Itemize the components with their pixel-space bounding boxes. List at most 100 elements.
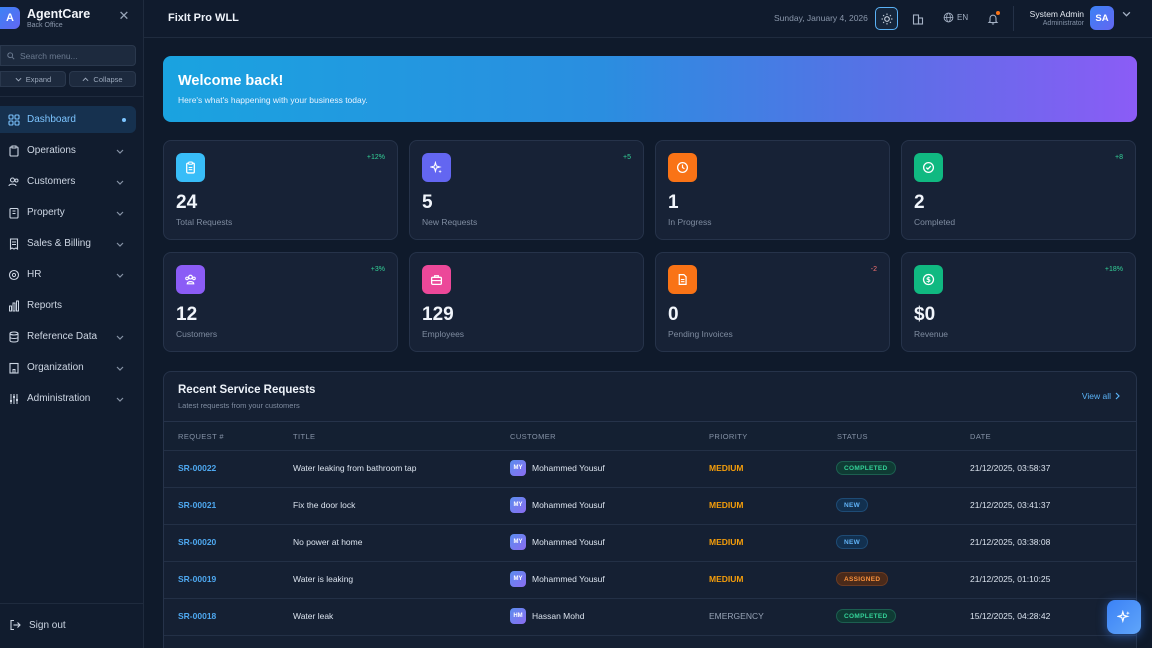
- search-input[interactable]: [20, 50, 130, 61]
- avatar[interactable]: SA: [1090, 6, 1114, 30]
- check-circle-icon: [914, 153, 943, 182]
- notifications-button[interactable]: [981, 7, 1004, 30]
- view-all-link[interactable]: View all: [1082, 391, 1120, 401]
- request-id-link[interactable]: SR-00018: [178, 611, 216, 621]
- request-title: Water is leaking: [293, 574, 354, 584]
- sidebar-item-reports[interactable]: Reports: [0, 292, 136, 319]
- request-id-link[interactable]: SR-00021: [178, 500, 216, 510]
- close-icon[interactable]: ✕: [118, 9, 130, 22]
- view-all-label: View all: [1081, 391, 1111, 401]
- layout-button[interactable]: [906, 7, 929, 30]
- stat-label: Pending Invoices: [668, 329, 733, 339]
- menu-search[interactable]: [0, 45, 136, 66]
- stat-card-pending-invoices[interactable]: -2 0 Pending Invoices: [655, 252, 890, 352]
- status-badge: ASSIGNED: [836, 572, 889, 586]
- request-id-link[interactable]: SR-00019: [178, 574, 216, 584]
- sidebar-item-label: Administration: [27, 393, 91, 404]
- recent-requests-panel: Recent Service Requests Latest requests …: [163, 371, 1137, 648]
- table-header: REQUEST # TITLE CUSTOMER PRIORITY STATUS…: [164, 422, 1136, 450]
- theme-toggle-button[interactable]: [875, 7, 898, 30]
- column-header[interactable]: STATUS: [837, 432, 868, 441]
- document-icon: [668, 265, 697, 294]
- sidebar-item-organization[interactable]: Organization: [0, 354, 136, 381]
- chevron-down-icon[interactable]: [1122, 11, 1131, 17]
- request-date: 15/12/2025, 04:28:42: [970, 611, 1051, 621]
- stat-value: 0: [668, 304, 679, 325]
- sidebar-item-label: Customers: [27, 176, 76, 187]
- table-row[interactable]: SR-00022 Water leaking from bathroom tap…: [164, 450, 1136, 487]
- sidebar: A AgentCare Back Office ✕ Expand Collaps…: [0, 0, 144, 648]
- stat-card-total-requests[interactable]: +12% 24 Total Requests: [163, 140, 398, 240]
- chevron-down-icon: [15, 77, 22, 82]
- sidebar-item-sales-billing[interactable]: Sales & Billing: [0, 230, 136, 257]
- office-icon: [8, 362, 20, 374]
- divider: [1013, 6, 1014, 31]
- table-row[interactable]: SR-00020 No power at home MY Mohammed Yo…: [164, 524, 1136, 561]
- column-header[interactable]: PRIORITY: [709, 432, 748, 441]
- expand-button[interactable]: Expand: [0, 71, 66, 87]
- sidebar-item-label: Sales & Billing: [27, 238, 91, 249]
- sidebar-item-label: Dashboard: [27, 114, 76, 125]
- sidebar-item-label: Reports: [27, 300, 63, 311]
- briefcase-icon: [422, 265, 451, 294]
- stat-card-revenue[interactable]: $ +18% $0 Revenue: [901, 252, 1136, 352]
- priority-label: MEDIUM: [709, 574, 744, 584]
- request-title: No power at home: [293, 537, 363, 547]
- sidebar-item-administration[interactable]: Administration: [0, 385, 136, 412]
- users-icon: [176, 265, 205, 294]
- stat-card-in-progress[interactable]: 1 In Progress: [655, 140, 890, 240]
- sidebar-item-label: HR: [27, 269, 42, 280]
- panel-subtitle: Latest requests from your customers: [178, 401, 300, 410]
- table-row[interactable]: SR-00018 Water leak HM Hassan Mohd EMERG…: [164, 598, 1136, 635]
- active-dot: [122, 117, 126, 122]
- sidebar-item-label: Organization: [27, 362, 84, 373]
- priority-label: MEDIUM: [709, 463, 744, 473]
- column-header[interactable]: REQUEST #: [178, 432, 224, 441]
- panel-title: Recent Service Requests: [178, 384, 316, 396]
- table-row[interactable]: SR-00019 Water is leaking MY Mohammed Yo…: [164, 561, 1136, 598]
- collapse-button[interactable]: Collapse: [69, 71, 136, 87]
- grid-icon: [8, 113, 20, 126]
- column-header[interactable]: DATE: [970, 432, 991, 441]
- stat-card-customers[interactable]: +3% 12 Customers: [163, 252, 398, 352]
- building-icon: [912, 13, 923, 25]
- clipboard-icon: [8, 145, 20, 157]
- request-id-link[interactable]: SR-00022: [178, 463, 216, 473]
- stat-delta: +8: [1115, 154, 1123, 161]
- sliders-icon: [8, 393, 20, 405]
- sidebar-item-property[interactable]: Property: [0, 199, 136, 226]
- stat-label: In Progress: [668, 217, 712, 227]
- stat-card-completed[interactable]: +8 2 Completed: [901, 140, 1136, 240]
- sidebar-item-dashboard[interactable]: Dashboard: [0, 106, 136, 133]
- avatar: MY: [510, 534, 526, 550]
- avatar: HM: [510, 608, 526, 624]
- customer-name: Mohammed Yousuf: [532, 537, 605, 547]
- receipt-icon: [8, 237, 20, 250]
- signout-button[interactable]: Sign out: [9, 619, 66, 631]
- table-row[interactable]: [164, 635, 1136, 648]
- stat-card-employees[interactable]: 129 Employees: [409, 252, 644, 352]
- building-icon: [8, 207, 20, 219]
- language-selector[interactable]: EN: [943, 12, 968, 23]
- avatar: MY: [510, 497, 526, 513]
- table-row[interactable]: SR-00021 Fix the door lock MY Mohammed Y…: [164, 487, 1136, 524]
- sidebar-item-hr[interactable]: HR: [0, 261, 136, 288]
- customer-name: Hassan Mohd: [532, 611, 585, 621]
- customer-name: Mohammed Yousuf: [532, 574, 605, 584]
- priority-label: EMERGENCY: [709, 611, 764, 621]
- sidebar-item-operations[interactable]: Operations: [0, 137, 136, 164]
- column-header[interactable]: CUSTOMER: [510, 432, 556, 441]
- ai-assistant-button[interactable]: [1107, 600, 1141, 634]
- status-badge: NEW: [836, 498, 869, 512]
- logout-icon: [10, 619, 21, 631]
- stat-value: $0: [914, 304, 936, 325]
- request-title: Water leak: [293, 611, 334, 621]
- column-header[interactable]: TITLE: [293, 432, 315, 441]
- sidebar-item-reference-data[interactable]: Reference Data: [0, 323, 136, 350]
- sidebar-item-customers[interactable]: Customers: [0, 168, 136, 195]
- request-date: 21/12/2025, 01:10:25: [970, 574, 1051, 584]
- chevron-right-icon: [1115, 392, 1120, 400]
- request-id-link[interactable]: SR-00020: [178, 537, 216, 547]
- brand: A AgentCare Back Office ✕: [0, 7, 144, 31]
- stat-card-new-requests[interactable]: +5 5 New Requests: [409, 140, 644, 240]
